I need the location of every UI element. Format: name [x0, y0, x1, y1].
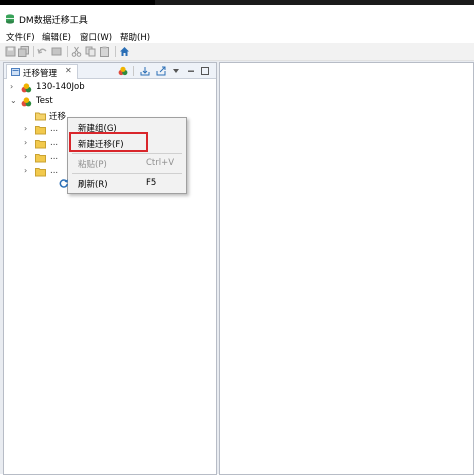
save-all-icon[interactable]: [18, 46, 29, 57]
toolbar-separator: [67, 46, 68, 57]
folder-icon: [35, 154, 46, 163]
tab-close-icon[interactable]: ✕: [65, 66, 72, 75]
editor-area: [219, 62, 474, 475]
folder-icon: [35, 168, 46, 177]
view-tab-icon: [11, 68, 20, 76]
tree-label: ...: [50, 124, 59, 134]
menu-separator: [72, 153, 182, 154]
toolbar: [0, 43, 474, 61]
tab-label: 迁移管理: [23, 69, 58, 79]
highlight-box: [69, 132, 148, 152]
undo-icon[interactable]: [37, 46, 48, 57]
menu-item-label: 刷新(R): [78, 180, 108, 190]
menu-help[interactable]: 帮助(H): [120, 31, 150, 43]
save-icon[interactable]: [5, 46, 16, 57]
copy-icon[interactable]: [85, 46, 96, 57]
export-icon[interactable]: [156, 66, 166, 76]
title-bar: DM数据迁移工具: [0, 5, 474, 30]
menu-window[interactable]: 窗口(W): [80, 31, 112, 43]
tri-color-icon: [21, 97, 32, 107]
tri-color-icon: [21, 83, 32, 93]
menu-item-shortcut: F5: [146, 178, 157, 188]
refresh-icon: [59, 179, 69, 188]
chevron-right-icon[interactable]: ›: [24, 124, 27, 133]
view-menu-icon[interactable]: [171, 66, 181, 76]
toolbar-separator: [33, 46, 34, 57]
tree-label: ...: [50, 166, 59, 176]
chevron-right-icon[interactable]: ›: [24, 152, 27, 161]
folder-icon: [35, 126, 46, 135]
cut-icon[interactable]: [71, 46, 82, 57]
tree-item-test[interactable]: ⌄ Test: [4, 95, 216, 109]
view-separator: [133, 66, 134, 76]
minimize-icon[interactable]: [186, 66, 196, 76]
tree-item-130-140job[interactable]: › 130-140Job: [4, 81, 216, 95]
menu-bar: 文件(F) 编辑(E) 窗口(W) 帮助(H): [0, 30, 474, 43]
menu-item-refresh[interactable]: 刷新(R) F5: [59, 175, 186, 191]
import-icon[interactable]: [140, 66, 150, 76]
folder-open-icon: [35, 112, 46, 121]
tree-label: ...: [50, 138, 59, 148]
tree-label: Test: [36, 96, 53, 106]
menu-item-paste[interactable]: 粘贴(P) Ctrl+V: [68, 155, 186, 171]
home-icon[interactable]: [119, 46, 130, 57]
tri-color-icon[interactable]: [118, 66, 128, 76]
folder-icon: [35, 140, 46, 149]
menu-separator: [72, 173, 182, 174]
chevron-down-icon[interactable]: ⌄: [10, 96, 17, 105]
menu-file[interactable]: 文件(F): [6, 31, 35, 43]
context-menu: 新建组(G) 新建迁移(F) 粘贴(P) Ctrl+V 刷新(R) F5: [59, 117, 187, 194]
tree-label: ...: [50, 152, 59, 162]
maximize-icon[interactable]: [200, 66, 210, 76]
app-database-icon: [6, 14, 14, 24]
window-title: DM数据迁移工具: [19, 16, 88, 26]
tree-label: 130-140Job: [36, 82, 85, 92]
paste-icon[interactable]: [99, 46, 110, 57]
menu-item-label: 粘贴(P): [78, 160, 107, 170]
chevron-right-icon[interactable]: ›: [10, 82, 13, 91]
tab-migration-management[interactable]: 迁移管理 ✕: [6, 64, 78, 79]
menu-item-shortcut: Ctrl+V: [146, 158, 175, 168]
view-header: 迁移管理 ✕: [4, 63, 216, 79]
tree-label: 迁移: [49, 112, 67, 122]
chevron-right-icon[interactable]: ›: [24, 166, 27, 175]
toolbar-separator: [115, 46, 116, 57]
chevron-right-icon[interactable]: ›: [24, 138, 27, 147]
menu-edit[interactable]: 编辑(E): [42, 31, 71, 43]
redo-icon[interactable]: [51, 46, 62, 57]
